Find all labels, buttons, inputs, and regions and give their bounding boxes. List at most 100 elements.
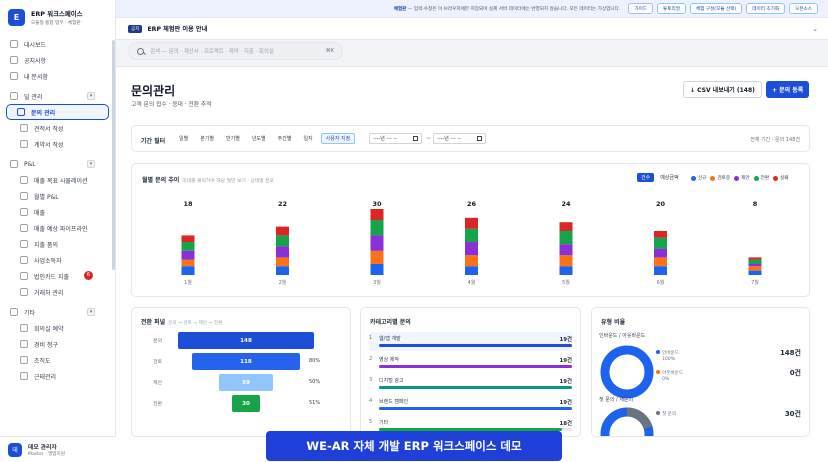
- category-count: 18건: [559, 421, 572, 427]
- period-pill-3[interactable]: 년도별: [248, 133, 270, 144]
- bar-segment-7월-실패[interactable]: [748, 257, 762, 260]
- bar-segment-2월-실패[interactable]: [276, 226, 289, 236]
- global-search[interactable]: 검색 — 문의 · 계산서 · 프로젝트 · 계약 · 지출 · 회의실 ⌘K: [128, 42, 343, 60]
- sidebar-subitem-1-5[interactable]: 사업소득자: [6, 252, 109, 268]
- bar-segment-7월-신규[interactable]: [748, 270, 762, 275]
- bar-segment-6월-검토중[interactable]: [654, 257, 667, 267]
- trial-config-button[interactable]: 체험 구성(모듈 선택): [689, 3, 743, 14]
- sidebar-subitem-1-2[interactable]: 매출: [6, 204, 109, 220]
- sidebar-subitem-2-2[interactable]: 조직도: [6, 352, 109, 368]
- bar-segment-3월-검토중[interactable]: [370, 250, 384, 264]
- bar-segment-5월-신규[interactable]: [559, 266, 573, 275]
- category-row[interactable]: 3 디지털 광고 19건: [369, 374, 572, 393]
- bar-segment-4월-신규[interactable]: [465, 266, 478, 275]
- sidebar-section-1[interactable]: P&L ▾: [6, 156, 109, 172]
- bar-segment-1월-전환[interactable]: [181, 242, 195, 251]
- sidebar-subitem-2-1[interactable]: 경비 청구: [6, 336, 109, 352]
- reset-data-button[interactable]: 데이터 초기화: [746, 3, 786, 14]
- sidebar-section-0[interactable]: 딜 관리 ▾: [6, 88, 109, 104]
- bar-segment-6월-제안[interactable]: [654, 248, 667, 258]
- sidebar-item-2[interactable]: 내 문서함: [6, 68, 109, 84]
- chevron-down-icon[interactable]: ▾: [87, 92, 95, 100]
- page-title: 문의관리: [131, 84, 176, 98]
- period-pill-0[interactable]: 일별: [175, 133, 192, 144]
- funnel-pct: 80%: [309, 358, 321, 364]
- bar-segment-4월-실패[interactable]: [465, 217, 478, 229]
- period-pill-5[interactable]: 일자: [299, 133, 316, 144]
- sidebar-scrollbar[interactable]: [112, 40, 115, 270]
- sidebar-subitem-1-7[interactable]: 거래처 관리: [6, 284, 109, 300]
- sidebar-subitem-0-0[interactable]: 문의 관리: [6, 104, 109, 120]
- bar-segment-6월-실패[interactable]: [654, 231, 667, 238]
- bar-segment-3월-신규[interactable]: [370, 264, 384, 275]
- period-pill-6[interactable]: 사용자 지정: [320, 133, 356, 144]
- user-profile[interactable]: 데 데모 관리자 Master · 영업지원: [0, 436, 116, 462]
- sidebar-subitem-2-0[interactable]: 회의실 예약: [6, 320, 109, 336]
- sidebar-subitem-0-2[interactable]: 계약서 작성: [6, 136, 109, 152]
- funnel-bar[interactable]: 30: [232, 395, 260, 412]
- sidebar-subitem-1-0[interactable]: 매출 목표 시뮬레이션: [6, 172, 109, 188]
- sidebar-item-0[interactable]: 대시보드: [6, 36, 109, 52]
- funnel-bar[interactable]: 59: [218, 374, 274, 391]
- open-source-button[interactable]: 오픈소스: [789, 3, 818, 14]
- bar-segment-3월-제안[interactable]: [370, 235, 384, 251]
- bar-segment-2월-검토중[interactable]: [276, 257, 289, 267]
- chevron-down-icon[interactable]: ▾: [87, 160, 95, 168]
- bar-segment-7월-검토중[interactable]: [748, 266, 762, 271]
- sidebar-subitem-2-3[interactable]: 근태관리: [6, 368, 109, 384]
- guide-button[interactable]: 가이드: [628, 3, 654, 14]
- funnel-row: 전환 30 51%: [132, 395, 350, 412]
- sidebar-subitem-1-6[interactable]: 법인카드 지출 6: [6, 268, 109, 284]
- bar-segment-4월-전환[interactable]: [465, 228, 478, 242]
- sidebar-subitem-1-4[interactable]: 지출 품의: [6, 236, 109, 252]
- bar-segment-5월-제안[interactable]: [559, 244, 573, 256]
- bar-segment-6월-전환[interactable]: [654, 237, 667, 249]
- bar-segment-6월-신규[interactable]: [654, 266, 667, 275]
- bar-segment-1월-제안[interactable]: [181, 250, 195, 260]
- period-pill-2[interactable]: 반기별: [222, 133, 244, 144]
- brand[interactable]: E ERP 워크스페이스 모듈형 통합 업무 · 체험판: [0, 0, 115, 34]
- menu-item-icon: [20, 288, 28, 296]
- bar-segment-7월-전환[interactable]: [748, 259, 762, 264]
- bar-segment-1월-실패[interactable]: [181, 235, 195, 242]
- chevron-down-icon[interactable]: ⌄: [812, 25, 818, 33]
- bar-segment-5월-전환[interactable]: [559, 231, 573, 245]
- tutorial-button[interactable]: 튜토리얼: [657, 3, 686, 14]
- funnel-bar[interactable]: 148: [178, 332, 314, 349]
- sidebar-subitem-0-1[interactable]: 견적서 작성: [6, 120, 109, 136]
- bar-segment-1월-신규[interactable]: [181, 266, 195, 275]
- calendar-icon[interactable]: [477, 136, 482, 141]
- bar-segment-5월-실패[interactable]: [559, 222, 573, 231]
- bar-segment-7월-제안[interactable]: [748, 264, 762, 267]
- category-row[interactable]: 2 영상 제작 19건: [369, 353, 572, 372]
- guide-notice[interactable]: 공지 ERP 체험판 이용 안내 ⌄: [116, 18, 828, 40]
- bar-segment-1월-검토중[interactable]: [181, 259, 195, 267]
- folder-icon: [10, 308, 18, 316]
- sidebar-item-1[interactable]: 공지사항: [6, 52, 109, 68]
- bar-segment-3월-실패[interactable]: [370, 209, 384, 220]
- new-inquiry-button[interactable]: + 문의 등록: [766, 81, 810, 98]
- sidebar-subitem-1-1[interactable]: 월별 P&L: [6, 188, 109, 204]
- period-pill-4[interactable]: 주간별: [274, 133, 296, 144]
- category-row[interactable]: 1 웹/앱 개발 19건: [369, 332, 572, 351]
- bar-segment-5월-검토중[interactable]: [559, 255, 573, 267]
- bar-segment-4월-검토중[interactable]: [465, 255, 478, 267]
- category-rank: 5: [369, 419, 373, 425]
- category-row[interactable]: 4 브랜드 캠페인 19건: [369, 395, 572, 414]
- sidebar-section-2[interactable]: 기타 ▾: [6, 304, 109, 320]
- sidebar-subitem-1-3[interactable]: 매출 예상 파이프라인: [6, 220, 109, 236]
- bar-segment-4월-제안[interactable]: [465, 242, 478, 256]
- csv-export-button[interactable]: ↓ CSV 내보내기 (148): [683, 81, 762, 98]
- date-from-input[interactable]: ----년 --- --: [369, 133, 422, 144]
- period-pill-1[interactable]: 분기별: [196, 133, 218, 144]
- calendar-icon[interactable]: [413, 136, 418, 141]
- bar-segment-2월-제안[interactable]: [276, 246, 289, 258]
- bar-segment-2월-신규[interactable]: [276, 266, 289, 275]
- bar-segment-2월-전환[interactable]: [276, 235, 289, 247]
- date-to-input[interactable]: ----년 --- --: [433, 133, 486, 144]
- menu-item-icon: [20, 356, 28, 364]
- funnel-bar[interactable]: 118: [191, 353, 301, 370]
- chevron-down-icon[interactable]: ▾: [87, 308, 95, 316]
- search-input[interactable]: 검색 — 문의 · 계산서 · 프로젝트 · 계약 · 지출 · 회의실: [150, 47, 320, 55]
- bar-segment-3월-전환[interactable]: [370, 220, 384, 236]
